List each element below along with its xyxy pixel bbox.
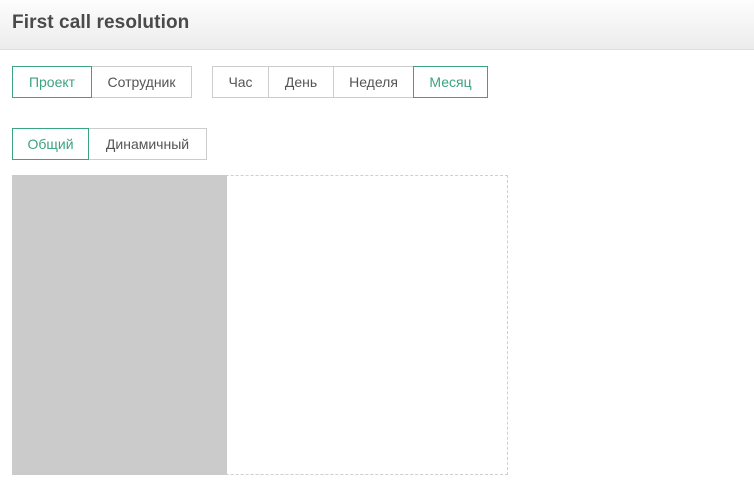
period-day-button[interactable]: День	[268, 66, 334, 98]
chart-area	[12, 175, 508, 475]
page-header: First call resolution	[0, 0, 754, 50]
view-toggle-group: Общий Динамичный	[12, 128, 207, 160]
scope-toggle-group: Проект Сотрудник	[12, 66, 192, 98]
page-title: First call resolution	[12, 12, 190, 33]
period-month-button[interactable]: Месяц	[413, 66, 488, 98]
scope-project-button[interactable]: Проект	[12, 66, 92, 98]
chart-loading-placeholder	[12, 175, 227, 475]
period-week-button[interactable]: Неделя	[333, 66, 414, 98]
period-hour-button[interactable]: Час	[212, 66, 269, 98]
view-dynamic-button[interactable]: Динамичный	[88, 128, 207, 160]
scope-employee-button[interactable]: Сотрудник	[91, 66, 192, 98]
view-general-button[interactable]: Общий	[12, 128, 89, 160]
period-toggle-group: Час День Неделя Месяц	[212, 66, 488, 98]
